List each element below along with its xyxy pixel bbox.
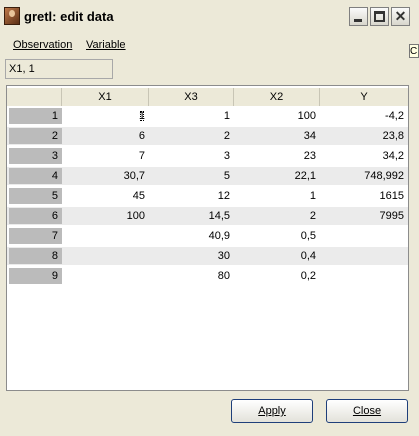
cell-y[interactable] (320, 247, 408, 265)
table-row: 9 80 0,2 (7, 267, 408, 285)
cell-x2[interactable]: 34 (234, 127, 320, 145)
cell-x3[interactable]: 3 (149, 147, 234, 165)
cell-x1[interactable]: 30,7 (62, 167, 149, 185)
table-row: 3 7 3 23 34,2 (7, 147, 408, 165)
cell-x1[interactable]: 100 (62, 207, 149, 225)
maximize-button[interactable] (370, 7, 389, 26)
cell-x3[interactable]: 12 (149, 187, 234, 205)
cell-x2[interactable]: 23 (234, 147, 320, 165)
offscreen-tooltip-fragment: C (409, 44, 419, 58)
row-number[interactable]: 4 (9, 168, 62, 184)
table-row: 5 45 12 1 1615 (7, 187, 408, 205)
cell-x2[interactable]: 0,2 (234, 267, 320, 285)
cell-x3[interactable]: 2 (149, 127, 234, 145)
cell-x1[interactable] (62, 267, 149, 285)
minimize-button[interactable] (349, 7, 368, 26)
column-header-x2[interactable]: X2 (234, 88, 320, 106)
cell-y[interactable]: 34,2 (320, 147, 408, 165)
close-icon: ✕ (394, 8, 407, 24)
menu-variable[interactable]: Variable (86, 39, 126, 51)
cell-y[interactable]: 1615 (320, 187, 408, 205)
cell-reference-field: X1, 1 (5, 59, 113, 79)
table-row: 8 30 0,4 (7, 247, 408, 265)
row-number[interactable]: 6 (9, 208, 62, 224)
column-header-x3[interactable]: X3 (149, 88, 234, 106)
title-bar[interactable]: gretl: edit data ✕ (0, 0, 419, 33)
cell-x1[interactable] (62, 247, 149, 265)
cell-x1[interactable]: 1 (62, 107, 149, 125)
menu-observation[interactable]: Observation (13, 39, 72, 51)
table-row: 7 40,9 0,5 (7, 227, 408, 245)
cell-x1[interactable]: 7 (62, 147, 149, 165)
column-header-x1[interactable]: X1 (62, 88, 149, 106)
close-window-button[interactable]: ✕ (391, 7, 410, 26)
row-number[interactable]: 7 (9, 228, 62, 244)
cell-x2[interactable]: 100 (234, 107, 320, 125)
cell-y[interactable]: 23,8 (320, 127, 408, 145)
cell-x2[interactable]: 2 (234, 207, 320, 225)
cell-x1[interactable] (62, 227, 149, 245)
row-number[interactable]: 2 (9, 128, 62, 144)
selected-cell-value: 1 (138, 110, 145, 122)
gretl-app-icon[interactable] (4, 7, 20, 25)
cell-x2[interactable]: 0,5 (234, 227, 320, 245)
cell-x3[interactable]: 14,5 (149, 207, 234, 225)
cell-x3[interactable]: 80 (149, 267, 234, 285)
cell-x1[interactable]: 45 (62, 187, 149, 205)
table-row: 1 1 1 100 -4,2 (7, 107, 408, 125)
cell-x2[interactable]: 1 (234, 187, 320, 205)
table-row: 4 30,7 5 22,1 748,992 (7, 167, 408, 185)
row-number[interactable]: 3 (9, 148, 62, 164)
row-number[interactable]: 9 (9, 268, 62, 284)
menu-variable-label: Variable (86, 39, 126, 51)
apply-button-label: Apply (258, 405, 286, 417)
column-header-rownum[interactable] (7, 88, 62, 106)
cell-y[interactable]: 748,992 (320, 167, 408, 185)
cell-y[interactable]: 7995 (320, 207, 408, 225)
apply-button[interactable]: Apply (231, 399, 313, 423)
close-button-label: Close (352, 405, 382, 417)
cell-y[interactable]: -4,2 (320, 107, 408, 125)
cell-x1[interactable]: 6 (62, 127, 149, 145)
data-grid[interactable]: X1 X3 X2 Y 1 1 1 100 -4,2 2 6 2 34 23,8 … (6, 85, 409, 391)
table-row: 6 100 14,5 2 7995 (7, 207, 408, 225)
row-number[interactable]: 8 (9, 248, 62, 264)
menu-observation-label: Observation (13, 39, 73, 51)
row-number[interactable]: 1 (9, 108, 62, 124)
cell-x3[interactable]: 30 (149, 247, 234, 265)
window-title: gretl: edit data (24, 9, 114, 24)
cell-y[interactable] (320, 267, 408, 285)
cell-x3[interactable]: 40,9 (149, 227, 234, 245)
cell-x2[interactable]: 0,4 (234, 247, 320, 265)
cell-x3[interactable]: 1 (149, 107, 234, 125)
cell-x2[interactable]: 22,1 (234, 167, 320, 185)
table-row: 2 6 2 34 23,8 (7, 127, 408, 145)
cell-y[interactable] (320, 227, 408, 245)
cell-x3[interactable]: 5 (149, 167, 234, 185)
row-number[interactable]: 5 (9, 188, 62, 204)
column-header-row: X1 X3 X2 Y (7, 88, 408, 106)
edit-data-window: gretl: edit data ✕ C Observation Variabl… (0, 0, 419, 436)
close-button[interactable]: Close (326, 399, 408, 423)
column-header-y[interactable]: Y (320, 88, 408, 106)
